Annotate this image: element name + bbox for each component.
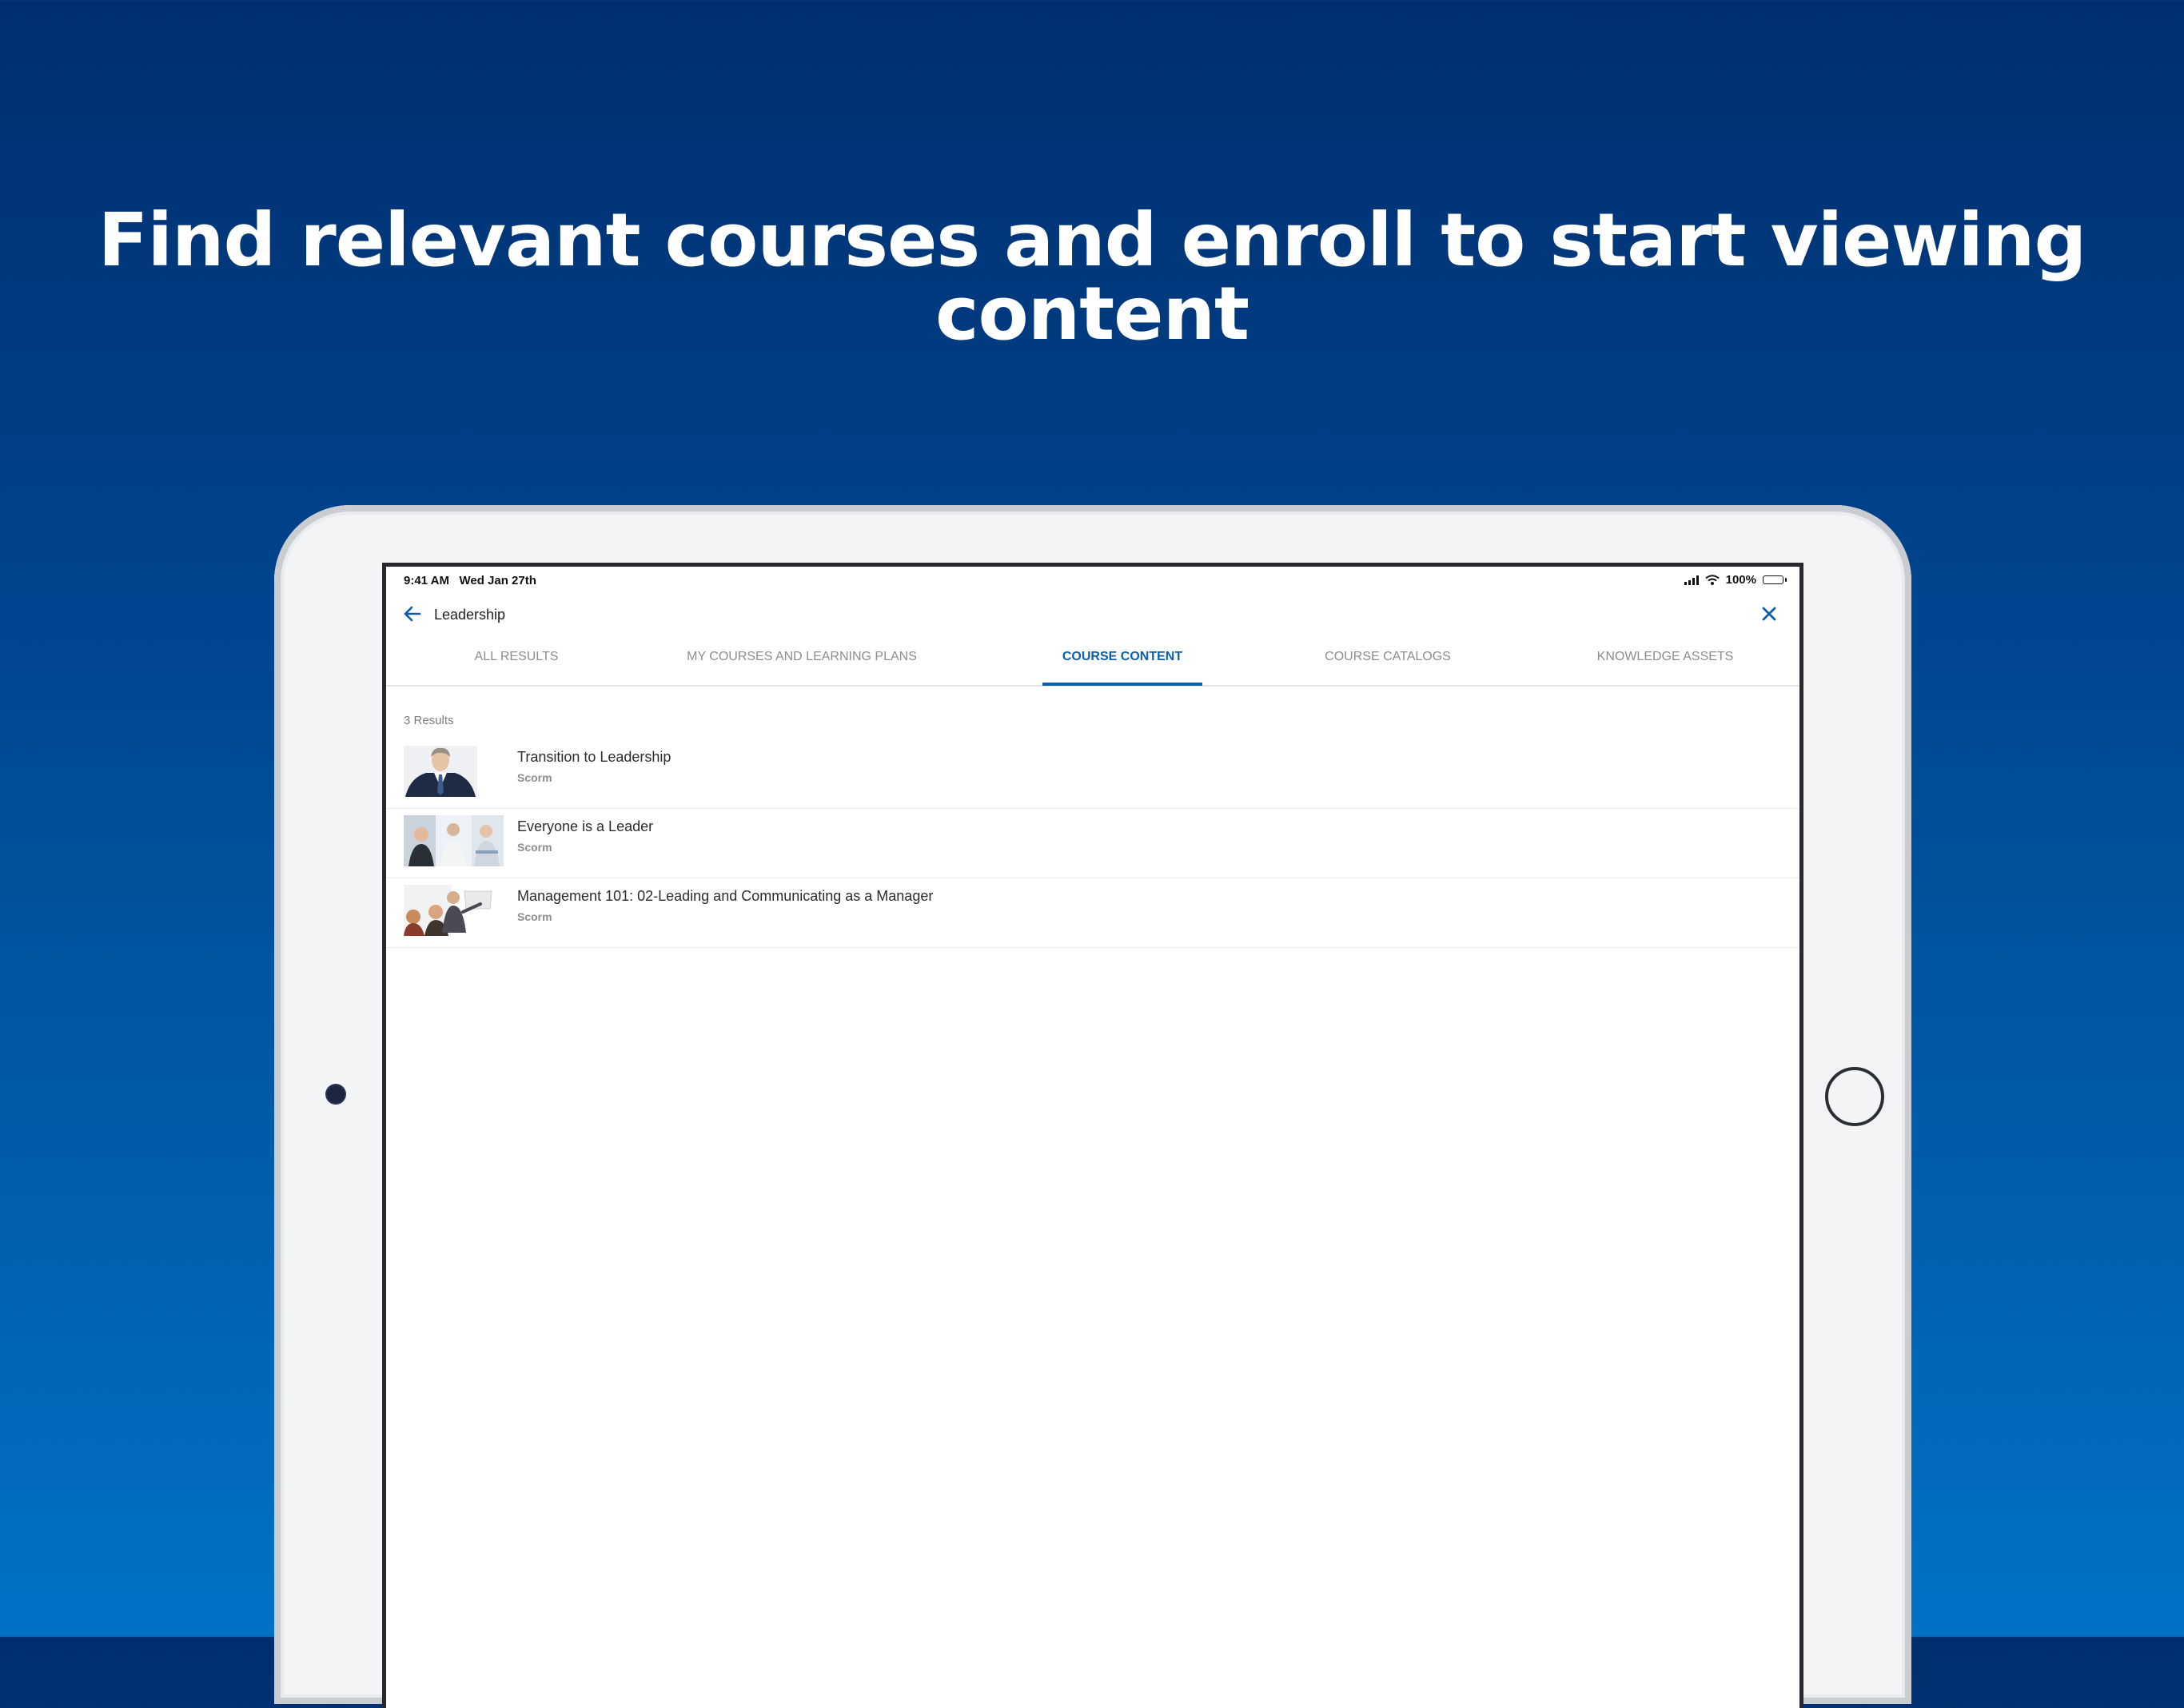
wifi-icon <box>1704 575 1720 585</box>
home-button[interactable] <box>1825 1067 1884 1126</box>
result-type: Scorm <box>517 910 552 923</box>
result-item[interactable]: Management 101: 02-Leading and Communica… <box>386 878 1799 948</box>
headline: Find relevant courses and enroll to star… <box>98 197 2087 356</box>
tab-course-catalogs[interactable]: COURSE CATALOGS <box>1297 645 1478 685</box>
result-type: Scorm <box>517 841 552 854</box>
tablet-frame: 9:41 AM Wed Jan 27th 100% Leadership ALL… <box>274 505 1911 1708</box>
course-thumbnail <box>404 746 504 797</box>
status-indicators: 100% <box>1684 573 1787 587</box>
front-camera <box>327 1085 345 1103</box>
search-header: Leadership <box>386 599 1799 631</box>
tab-course-content[interactable]: COURSE CONTENT <box>1042 645 1202 685</box>
result-title: Everyone is a Leader <box>517 818 654 834</box>
battery-percent: 100% <box>1725 573 1756 587</box>
result-title: Management 101: 02-Leading and Communica… <box>517 888 934 904</box>
tab-knowledge-assets[interactable]: KNOWLEDGE ASSETS <box>1569 645 1761 685</box>
tab-all-results[interactable]: ALL RESULTS <box>448 645 584 685</box>
results-count: 3 Results <box>404 714 454 727</box>
arrow-left-icon[interactable] <box>402 603 423 624</box>
status-bar: 9:41 AM Wed Jan 27th 100% <box>386 567 1799 589</box>
cellular-signal-icon <box>1684 575 1699 585</box>
search-query[interactable]: Leadership <box>434 607 505 623</box>
result-title: Transition to Leadership <box>517 749 672 765</box>
active-tab-indicator <box>1042 683 1202 686</box>
app-screen: 9:41 AM Wed Jan 27th 100% Leadership ALL… <box>382 563 1803 1708</box>
course-thumbnail <box>404 815 504 866</box>
course-thumbnail <box>404 885 504 936</box>
result-item[interactable]: Transition to Leadership Scorm <box>386 739 1799 809</box>
battery-icon <box>1763 575 1787 584</box>
result-type: Scorm <box>517 771 552 784</box>
status-time-date: 9:41 AM Wed Jan 27th <box>404 574 536 587</box>
close-icon[interactable] <box>1760 604 1779 623</box>
results-tabs: ALL RESULTS MY COURSES AND LEARNING PLAN… <box>386 645 1799 687</box>
result-item[interactable]: Everyone is a Leader Scorm <box>386 809 1799 878</box>
tab-my-courses-and-learning-plans[interactable]: MY COURSES AND LEARNING PLANS <box>666 645 938 685</box>
